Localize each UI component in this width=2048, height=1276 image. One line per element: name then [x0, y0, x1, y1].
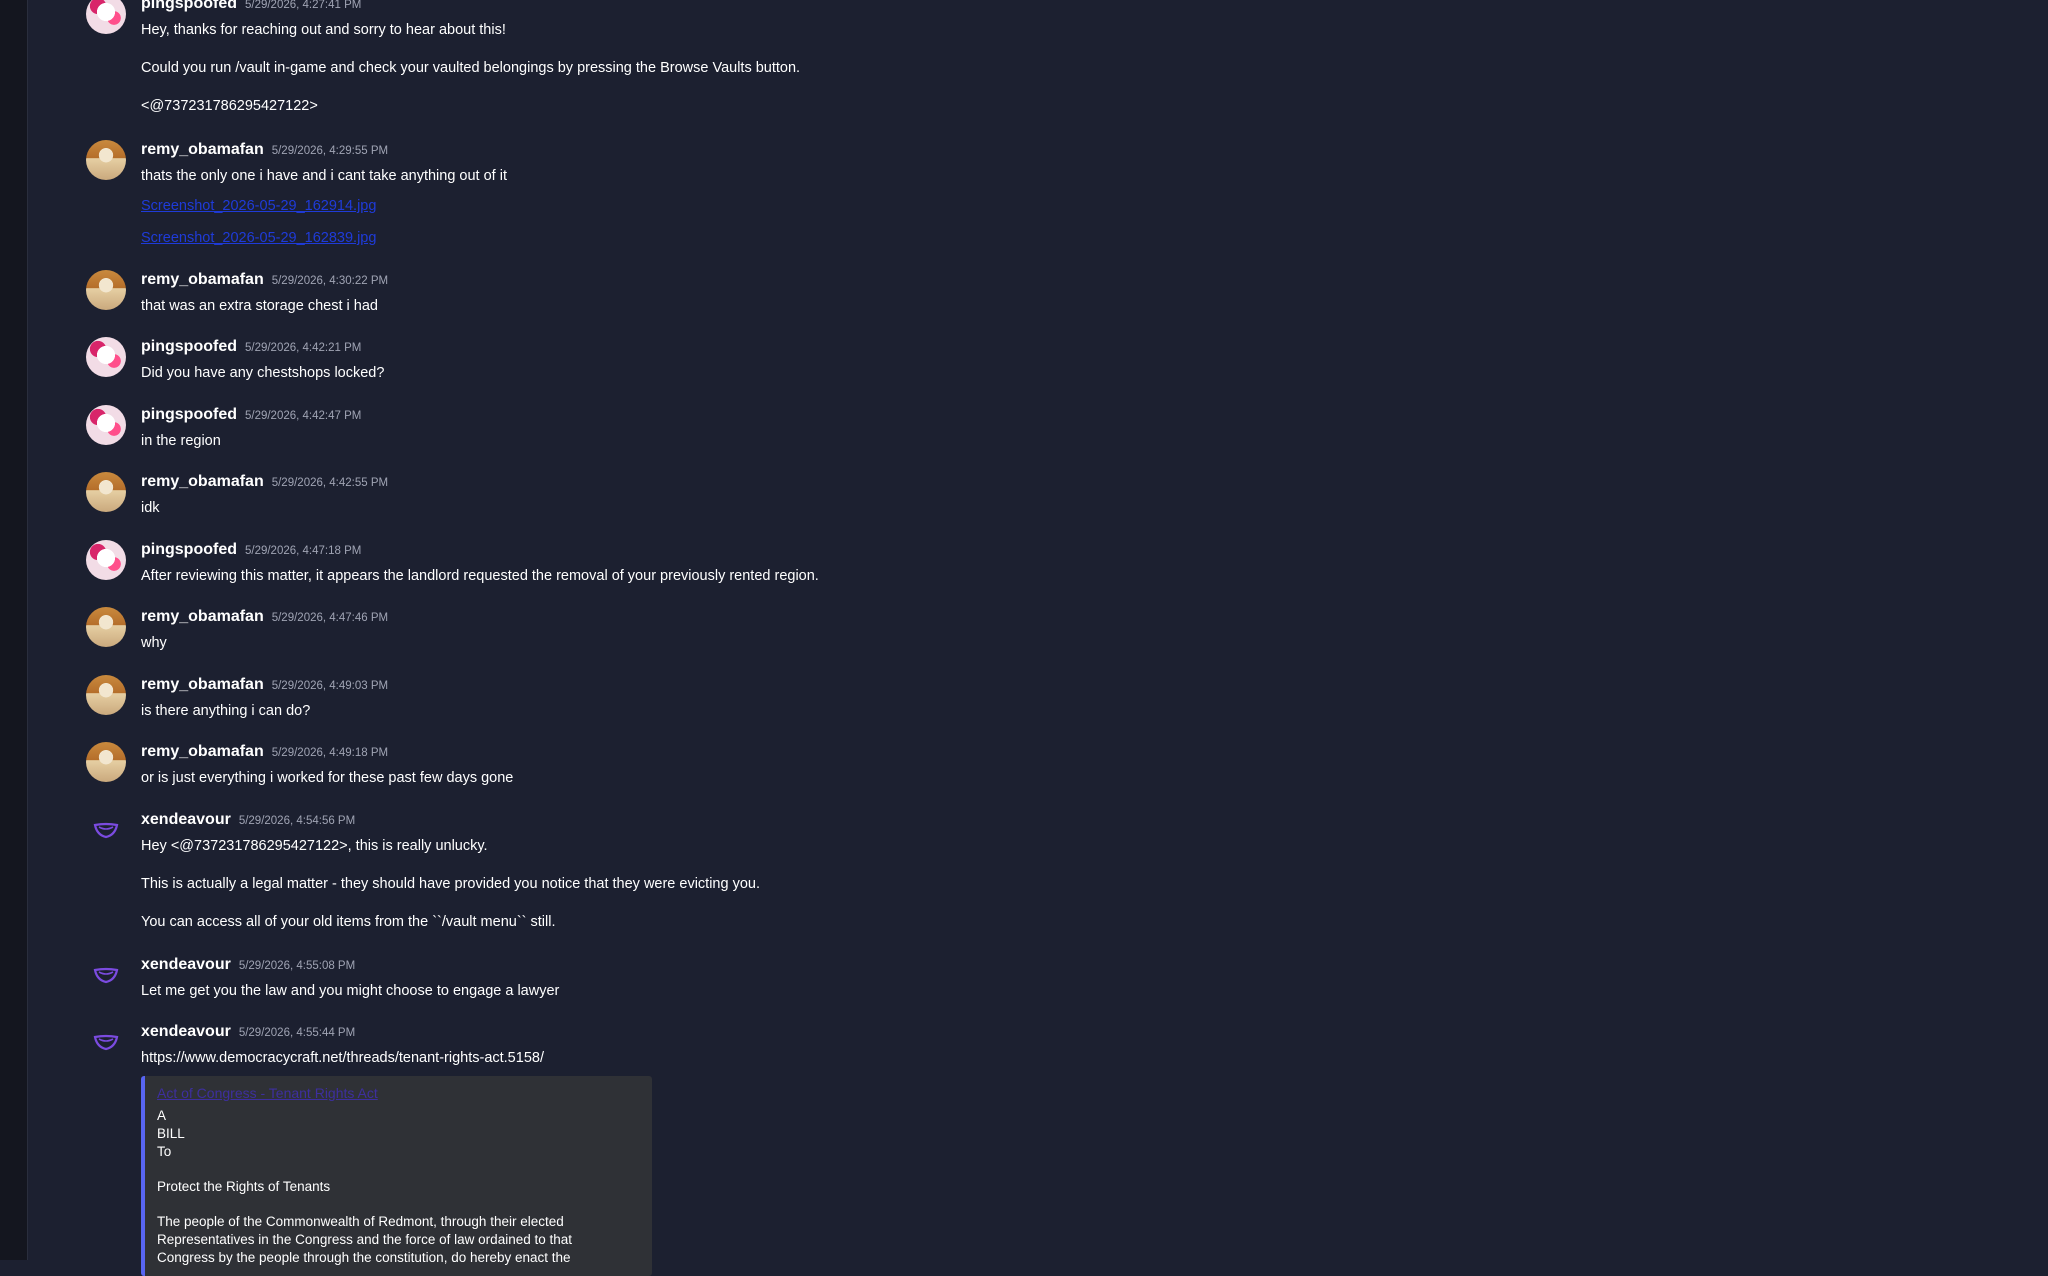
attachment-link[interactable]: Screenshot_2026-05-29_162914.jpg	[141, 196, 376, 216]
xendeavour-mask-icon	[93, 1034, 119, 1051]
message: remy_obamafan 5/29/2026, 4:49:03 PM is th…	[86, 675, 986, 725]
message: remy_obamafan 5/29/2026, 4:49:18 PM or is…	[86, 742, 986, 792]
embed-text: To	[157, 1144, 172, 1159]
timestamp: 5/29/2026, 4:42:21 PM	[244, 342, 362, 354]
message-text: After reviewing this matter, it appears …	[141, 568, 819, 584]
xendeavour-mask-icon	[93, 967, 119, 984]
message: remy_obamafan 5/29/2026, 4:30:22 PM that …	[86, 270, 986, 320]
message-url[interactable]: https://www.democracycraft.net/threads/t…	[141, 1048, 544, 1068]
message-text: idk	[141, 500, 160, 516]
message: remy_obamafan 5/29/2026, 4:42:55 PM idk	[86, 472, 986, 522]
message-header: pingspoofed 5/29/2026, 4:42:47 PM	[141, 405, 361, 425]
embed-text: A	[157, 1108, 167, 1123]
embed-text: Representatives in the Congress and the …	[157, 1232, 572, 1247]
message-text: <@737231786295427122>	[141, 98, 318, 114]
timestamp: 5/29/2026, 4:42:55 PM	[271, 477, 389, 489]
username[interactable]: remy_obamafan	[141, 608, 264, 625]
timestamp: 5/29/2026, 4:49:18 PM	[271, 747, 389, 759]
message-text: why	[141, 635, 167, 651]
message-header: xendeavour 5/29/2026, 4:54:56 PM	[141, 810, 355, 830]
username[interactable]: pingspoofed	[141, 338, 237, 355]
message: pingspoofed 5/29/2026, 4:27:41 PM Hey, th…	[86, 0, 986, 124]
username[interactable]: xendeavour	[141, 811, 231, 828]
message-header: remy_obamafan 5/29/2026, 4:29:55 PM	[141, 140, 388, 160]
message-text: You can access all of your old items fro…	[141, 914, 556, 930]
user-avatar[interactable]	[86, 607, 126, 647]
message-header: xendeavour 5/29/2026, 4:55:08 PM	[141, 955, 355, 975]
message: xendeavour 5/29/2026, 4:55:08 PM Let me g…	[86, 955, 986, 1005]
username[interactable]: remy_obamafan	[141, 141, 264, 158]
username[interactable]: xendeavour	[141, 1023, 231, 1040]
timestamp: 5/29/2026, 4:49:03 PM	[271, 680, 389, 692]
message-header: remy_obamafan 5/29/2026, 4:49:18 PM	[141, 742, 388, 762]
xendeavour-mask-icon	[93, 822, 119, 839]
timestamp: 5/29/2026, 4:42:47 PM	[244, 410, 362, 422]
timestamp: 5/29/2026, 4:27:41 PM	[244, 0, 362, 11]
user-avatar[interactable]	[86, 810, 126, 850]
timestamp: 5/29/2026, 4:29:55 PM	[271, 145, 389, 157]
chat-log: pingspoofed 5/29/2026, 4:27:41 PM Hey, th…	[86, 0, 1986, 1276]
message-text: This is actually a legal matter - they s…	[141, 876, 760, 892]
message-text: is there anything i can do?	[141, 703, 311, 719]
embed-title[interactable]: Act of Congress - Tenant Rights Act	[157, 1085, 378, 1101]
timestamp: 5/29/2026, 4:54:56 PM	[238, 815, 356, 827]
user-avatar[interactable]	[86, 472, 126, 512]
message: pingspoofed 5/29/2026, 4:47:18 PM After r…	[86, 540, 1086, 590]
embed-text: The people of the Commonwealth of Redmon…	[157, 1214, 564, 1229]
message-text: or is just everything i worked for these…	[141, 770, 514, 786]
username[interactable]: remy_obamafan	[141, 676, 264, 693]
attachment-link[interactable]: Screenshot_2026-05-29_162839.jpg	[141, 228, 376, 248]
message-header: remy_obamafan 5/29/2026, 4:47:46 PM	[141, 607, 388, 627]
user-avatar[interactable]	[86, 270, 126, 310]
link-embed: Act of Congress - Tenant Rights Act A BI…	[141, 1076, 652, 1276]
message-text: thats the only one i have and i cant tak…	[141, 168, 507, 184]
message-header: pingspoofed 5/29/2026, 4:27:41 PM	[141, 0, 361, 14]
timestamp: 5/29/2026, 4:47:46 PM	[271, 612, 389, 624]
user-avatar[interactable]	[86, 140, 126, 180]
message-header: remy_obamafan 5/29/2026, 4:30:22 PM	[141, 270, 388, 290]
message-text: Could you run /vault in-game and check y…	[141, 60, 801, 76]
user-avatar[interactable]	[86, 405, 126, 445]
user-avatar[interactable]	[86, 1022, 126, 1062]
username[interactable]: remy_obamafan	[141, 473, 264, 490]
user-avatar[interactable]	[86, 955, 126, 995]
embed-text: Congress by the people through the const…	[157, 1250, 571, 1265]
user-avatar[interactable]	[86, 0, 126, 34]
username[interactable]: pingspoofed	[141, 541, 237, 558]
message: xendeavour 5/29/2026, 4:54:56 PM Hey <@73…	[86, 810, 1086, 940]
message: remy_obamafan 5/29/2026, 4:47:46 PM why	[86, 607, 986, 657]
message: pingspoofed 5/29/2026, 4:42:47 PM in the …	[86, 405, 986, 455]
message-text: that was an extra storage chest i had	[141, 298, 378, 314]
username[interactable]: remy_obamafan	[141, 271, 264, 288]
message-text: Let me get you the law and you might cho…	[141, 983, 560, 999]
message-text: Hey, thanks for reaching out and sorry t…	[141, 22, 506, 38]
timestamp: 5/29/2026, 4:47:18 PM	[244, 545, 362, 557]
left-rail	[0, 0, 28, 1260]
message-header: pingspoofed 5/29/2026, 4:47:18 PM	[141, 540, 361, 560]
message-text: Did you have any chestshops locked?	[141, 365, 385, 381]
message-header: remy_obamafan 5/29/2026, 4:42:55 PM	[141, 472, 388, 492]
username[interactable]: pingspoofed	[141, 0, 237, 12]
embed-text: Protect the Rights of Tenants	[157, 1179, 331, 1194]
message-header: pingspoofed 5/29/2026, 4:42:21 PM	[141, 337, 361, 357]
user-avatar[interactable]	[86, 675, 126, 715]
timestamp: 5/29/2026, 4:30:22 PM	[271, 275, 389, 287]
username[interactable]: pingspoofed	[141, 406, 237, 423]
timestamp: 5/29/2026, 4:55:44 PM	[238, 1027, 356, 1039]
timestamp: 5/29/2026, 4:55:08 PM	[238, 960, 356, 972]
message: remy_obamafan 5/29/2026, 4:29:55 PM thats…	[86, 140, 986, 250]
message-header: xendeavour 5/29/2026, 4:55:44 PM	[141, 1022, 355, 1042]
username[interactable]: remy_obamafan	[141, 743, 264, 760]
user-avatar[interactable]	[86, 742, 126, 782]
message-text: in the region	[141, 433, 221, 449]
username[interactable]: xendeavour	[141, 956, 231, 973]
message: pingspoofed 5/29/2026, 4:42:21 PM Did you…	[86, 337, 986, 387]
user-avatar[interactable]	[86, 337, 126, 377]
message-header: remy_obamafan 5/29/2026, 4:49:03 PM	[141, 675, 388, 695]
embed-text: BILL	[157, 1126, 185, 1141]
message-text: Hey <@737231786295427122>, this is reall…	[141, 838, 488, 854]
user-avatar[interactable]	[86, 540, 126, 580]
